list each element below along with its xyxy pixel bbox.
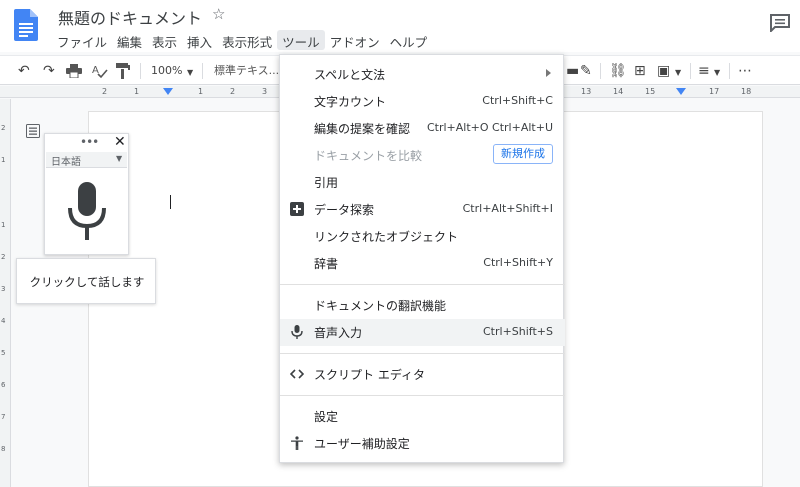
redo-icon[interactable]: ↷ xyxy=(43,61,55,81)
menu-tools[interactable]: ツール xyxy=(277,30,325,50)
chevron-down-icon: ▼ xyxy=(116,154,123,163)
explore-icon xyxy=(290,202,304,216)
paint-format-icon[interactable] xyxy=(116,63,130,79)
print-icon[interactable] xyxy=(66,64,82,78)
star-icon[interactable]: ☆ xyxy=(212,5,225,23)
menu-format[interactable]: 表示形式 xyxy=(217,30,277,50)
mic-icon xyxy=(291,325,303,339)
code-icon xyxy=(290,369,304,379)
insert-image-icon[interactable]: ▣ xyxy=(657,61,670,81)
document-title[interactable]: 無題のドキュメント xyxy=(58,5,202,29)
menu-item-spelling-grammar[interactable]: スペルと文法 xyxy=(280,61,565,88)
menu-help[interactable]: ヘルプ xyxy=(385,30,433,50)
menu-item-preferences[interactable]: 設定 xyxy=(280,403,565,430)
comment-icon[interactable] xyxy=(770,14,790,32)
menu-divider xyxy=(280,353,565,354)
title-bar: 無題のドキュメント ☆ ファイル 編集 表示 挿入 表示形式 ツール アドオン … xyxy=(0,0,800,52)
menu-edit[interactable]: 編集 xyxy=(112,30,147,50)
menu-item-citations[interactable]: 引用 xyxy=(280,169,565,196)
vertical-ruler[interactable]: 2 1 1 2 3 4 5 6 7 8 xyxy=(0,99,11,487)
menu-item-voice-typing[interactable]: 音声入力 Ctrl+Shift+S xyxy=(280,319,565,346)
microphone-icon[interactable] xyxy=(65,182,109,242)
voice-typing-panel: ••• ✕ 日本語 ▼ xyxy=(44,133,129,255)
menu-view[interactable]: 表示 xyxy=(147,30,182,50)
highlight-pen-icon[interactable]: ✎ xyxy=(580,61,592,81)
chevron-down-icon[interactable]: ▼ xyxy=(675,63,681,83)
menu-item-explore[interactable]: データ探索 Ctrl+Alt+Shift+I xyxy=(280,196,565,223)
tools-menu: スペルと文法 文字カウント Ctrl+Shift+C 編集の提案を確認 Ctrl… xyxy=(279,54,565,463)
paragraph-style-select[interactable]: 標準テキス... xyxy=(214,61,279,81)
docs-logo-icon[interactable] xyxy=(14,9,38,41)
align-left-icon[interactable]: ≡ xyxy=(698,61,710,81)
chevron-down-icon[interactable]: ▼ xyxy=(714,63,720,83)
submenu-arrow-icon xyxy=(546,69,551,77)
menu-item-dictionary[interactable]: 辞書 Ctrl+Shift+Y xyxy=(280,250,565,277)
chevron-down-icon[interactable]: ▼ xyxy=(187,63,193,83)
menu-insert[interactable]: 挿入 xyxy=(182,30,217,50)
spellcheck-icon[interactable]: A xyxy=(92,63,108,79)
menu-divider xyxy=(280,395,565,396)
undo-icon[interactable]: ↶ xyxy=(18,61,30,81)
zoom-select[interactable]: 100% xyxy=(151,61,182,81)
language-select[interactable]: 日本語 ▼ xyxy=(46,152,127,168)
menu-item-linked-objects[interactable]: リンクされたオブジェクト xyxy=(280,223,565,250)
add-comment-icon[interactable]: ⊞ xyxy=(634,61,646,81)
document-outline-icon[interactable] xyxy=(26,124,40,138)
new-badge: 新規作成 xyxy=(493,144,553,164)
right-indent-marker[interactable] xyxy=(676,88,686,95)
menu-item-word-count[interactable]: 文字カウント Ctrl+Shift+C xyxy=(280,88,565,115)
menu-item-compare-documents[interactable]: ドキュメントを比較 新規作成 xyxy=(280,142,565,169)
close-icon[interactable]: ✕ xyxy=(114,134,126,150)
menu-addons[interactable]: アドオン xyxy=(325,30,385,50)
menu-item-review-suggestions[interactable]: 編集の提案を確認 Ctrl+Alt+O Ctrl+Alt+U xyxy=(280,115,565,142)
more-options-icon[interactable]: ••• xyxy=(80,135,99,149)
menu-item-translate-document[interactable]: ドキュメントの翻訳機能 xyxy=(280,292,565,319)
menu-divider xyxy=(280,284,565,285)
voice-tooltip: クリックして話します xyxy=(16,258,156,304)
tooltip-text: クリックして話します xyxy=(29,275,145,289)
menu-item-accessibility[interactable]: ユーザー補助設定 xyxy=(280,430,565,457)
menu-item-script-editor[interactable]: スクリプト エディタ xyxy=(280,361,565,388)
accessibility-icon xyxy=(291,436,303,450)
menu-bar: ファイル 編集 表示 挿入 表示形式 ツール アドオン ヘルプ xyxy=(52,30,432,50)
left-indent-marker[interactable] xyxy=(163,88,173,95)
text-color-icon[interactable]: ▬ xyxy=(566,61,579,81)
text-cursor xyxy=(170,195,171,209)
language-label: 日本語 xyxy=(51,157,81,168)
link-icon[interactable]: ⛓ xyxy=(609,61,627,81)
more-options-icon[interactable]: ⋯ xyxy=(738,61,752,81)
menu-file[interactable]: ファイル xyxy=(52,30,112,50)
